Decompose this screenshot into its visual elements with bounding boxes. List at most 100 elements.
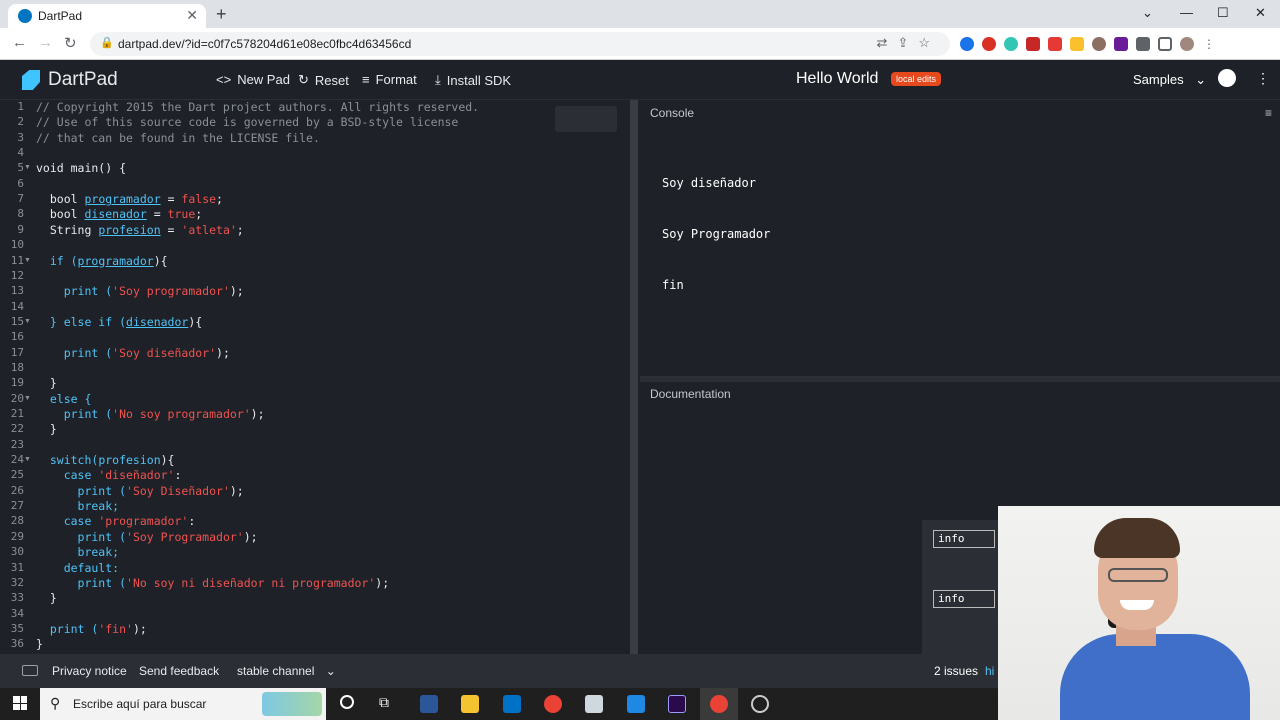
reload-icon[interactable]: ↻	[64, 34, 77, 52]
extension-icon[interactable]	[960, 37, 974, 51]
task-view-icon[interactable]: ⧉	[379, 694, 389, 711]
privacy-notice-link[interactable]: Privacy notice	[52, 664, 127, 678]
code-token: ){	[188, 314, 203, 329]
back-icon[interactable]: ←	[12, 34, 27, 51]
code-line[interactable]: else {	[36, 392, 92, 406]
word-icon[interactable]	[420, 695, 438, 713]
local-edits-badge: local edits	[891, 72, 942, 86]
chrome-icon[interactable]	[544, 695, 562, 713]
code-line[interactable]: break;	[36, 545, 120, 560]
code-line[interactable]: default:	[36, 561, 119, 575]
obs-icon[interactable]	[751, 695, 769, 713]
fold-toggle-icon[interactable]: ▼	[24, 395, 31, 402]
code-line[interactable]: break;	[36, 499, 120, 513]
issues-count[interactable]: 2 issues	[934, 664, 978, 678]
code-line[interactable]: switch(profesion){	[36, 453, 175, 467]
lock-icon[interactable]: 🔒	[100, 36, 114, 49]
panel-splitter[interactable]	[630, 100, 638, 654]
info-chip[interactable]: info	[933, 530, 995, 548]
send-feedback-link[interactable]: Send feedback	[139, 664, 219, 678]
code-line[interactable]: // that can be found in the LICENSE file…	[36, 131, 320, 145]
new-pad-button[interactable]: <> New Pad	[216, 72, 290, 87]
code-token: void main() {	[36, 161, 127, 176]
keyboard-icon[interactable]	[22, 665, 38, 676]
extension-icon[interactable]	[1114, 37, 1128, 51]
code-line[interactable]: }	[36, 422, 57, 436]
close-window-icon[interactable]: ✕	[1255, 5, 1266, 21]
vscode-icon[interactable]	[627, 695, 645, 713]
taskbar-search[interactable]: ⚲ Escribe aquí para buscar	[40, 688, 326, 720]
menu-icon[interactable]: ⋮	[1202, 37, 1216, 51]
line-number: 11	[10, 253, 24, 267]
console-menu-icon[interactable]: ≡	[1265, 106, 1272, 120]
code-line[interactable]: print ('No soy programador');	[36, 407, 265, 421]
line-number: 7	[17, 192, 24, 206]
hide-issues-link[interactable]: hi	[985, 664, 994, 678]
code-line[interactable]: String profesion = 'atleta';	[36, 223, 244, 237]
info-chip[interactable]: info	[933, 590, 995, 608]
chevron-down-icon[interactable]: ⌄	[1142, 5, 1153, 21]
code-line[interactable]: print ('fin');	[36, 622, 147, 636]
minimize-icon[interactable]: —	[1180, 5, 1193, 20]
extension-icon[interactable]	[1026, 37, 1040, 51]
code-token: break;	[36, 545, 120, 560]
code-line[interactable]: print ('Soy Programador');	[36, 530, 258, 544]
extension-icon[interactable]	[1070, 37, 1084, 51]
install-sdk-button[interactable]: ⤓ Install SDK	[435, 72, 511, 88]
code-line[interactable]: print ('Soy programador');	[36, 284, 244, 298]
code-line[interactable]: } else if (disenador){	[36, 315, 202, 329]
fold-toggle-icon[interactable]: ▼	[24, 456, 31, 463]
forward-icon[interactable]: →	[38, 34, 53, 51]
code-line[interactable]: }	[36, 591, 57, 605]
code-line[interactable]: if (programador){	[36, 254, 168, 268]
code-line[interactable]: print ('No soy ni diseñador ni programad…	[36, 575, 390, 590]
cortana-icon[interactable]	[340, 695, 354, 709]
chrome-active-icon[interactable]	[710, 695, 728, 713]
code-line[interactable]: // Copyright 2015 the Dart project autho…	[36, 100, 479, 114]
extension-icon[interactable]	[1004, 37, 1018, 51]
code-line[interactable]: case 'programador':	[36, 514, 196, 528]
fold-toggle-icon[interactable]: ▼	[24, 257, 31, 264]
app-icon[interactable]	[585, 695, 603, 713]
code-line[interactable]: print ('Soy diseñador');	[36, 346, 230, 360]
extension-icon[interactable]	[1048, 37, 1062, 51]
puzzle-icon[interactable]	[1136, 37, 1150, 51]
new-tab-icon[interactable]: +	[216, 4, 227, 25]
code-line[interactable]: bool programador = false;	[36, 192, 223, 206]
outlook-icon[interactable]	[503, 695, 521, 713]
search-icon: ⚲	[50, 695, 61, 711]
code-line[interactable]: }	[36, 376, 57, 390]
url-text[interactable]: dartpad.dev/?id=c0f7c578204d61e08ec0fbc4…	[118, 37, 411, 51]
file-explorer-icon[interactable]	[461, 695, 479, 713]
github-icon[interactable]	[1218, 69, 1236, 87]
samples-dropdown[interactable]: Samples ⌄	[1133, 72, 1206, 88]
address-bar[interactable]: 🔒 dartpad.dev/?id=c0f7c578204d61e08ec0fb…	[90, 32, 950, 56]
code-line[interactable]: void main() {	[36, 161, 126, 175]
fold-toggle-icon[interactable]: ▼	[24, 318, 31, 325]
format-button[interactable]: ≡ Format	[362, 72, 417, 87]
windows-start-icon[interactable]	[13, 696, 27, 710]
code-token: 'No soy ni diseñador ni programador'	[126, 575, 376, 590]
fold-toggle-icon[interactable]: ▼	[24, 164, 31, 171]
more-menu-icon[interactable]: ⋮	[1256, 70, 1270, 87]
extension-icon[interactable]	[1092, 37, 1106, 51]
profile-avatar[interactable]	[1180, 37, 1194, 51]
line-number: 35	[10, 621, 24, 635]
code-line[interactable]: print ('Soy Diseñador');	[36, 484, 244, 498]
opera-icon[interactable]	[982, 37, 996, 51]
sidebar-icon[interactable]	[1158, 37, 1172, 51]
code-line[interactable]: case 'diseñador':	[36, 468, 182, 482]
maximize-icon[interactable]: ☐	[1217, 5, 1229, 21]
browser-tab[interactable]: DartPad ✕	[8, 4, 206, 28]
code-editor[interactable]: 1 // Copyright 2015 the Dart project auth…	[0, 100, 630, 654]
line-number: 13	[10, 284, 24, 298]
channel-dropdown[interactable]: stable channel ⌄	[237, 664, 336, 678]
reset-button[interactable]: ↻ Reset	[298, 72, 349, 88]
code-line[interactable]: // Use of this source code is governed b…	[36, 115, 458, 129]
run-button[interactable]	[555, 106, 617, 132]
close-tab-icon[interactable]: ✕	[186, 7, 198, 24]
code-line[interactable]: }	[36, 637, 43, 651]
omnibox-action-icons[interactable]: ⇄⇪☆	[877, 35, 940, 51]
premiere-icon[interactable]	[668, 695, 686, 713]
code-line[interactable]: bool disenador = true;	[36, 207, 202, 221]
